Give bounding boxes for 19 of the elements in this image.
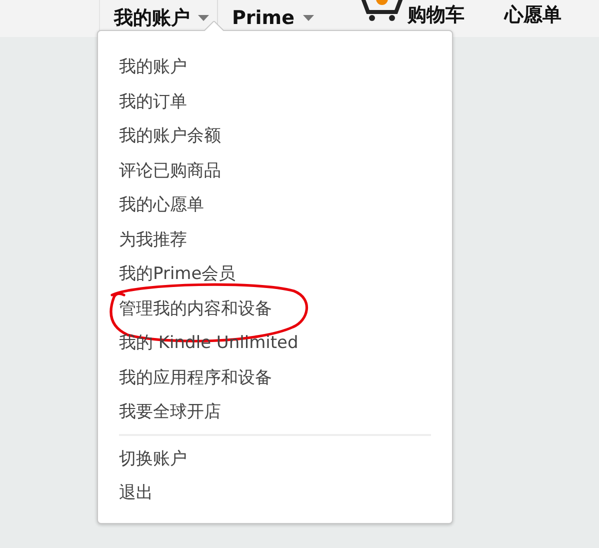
menu-item[interactable]: 管理我的内容和设备	[98, 292, 452, 326]
menu-item[interactable]: 我的心愿单	[98, 188, 452, 222]
menu-item[interactable]: 我要全球开店	[98, 395, 452, 430]
nav-dropdown[interactable]: 我的账户	[114, 3, 209, 33]
menu-item[interactable]: 我的应用程序和设备	[98, 360, 452, 395]
wishlist-link[interactable]: 心愿单	[504, 0, 562, 30]
menu-item[interactable]: 我的订单	[98, 84, 452, 119]
cart-link[interactable]: 购物车	[360, 0, 464, 30]
cart-icon	[360, 0, 404, 22]
menu-item[interactable]: 我的Prime会员	[98, 257, 452, 292]
menu-item[interactable]: 我的账户余额	[98, 119, 452, 154]
menu-item[interactable]: 退出	[98, 476, 452, 510]
menu-item[interactable]: 我的账户	[98, 50, 452, 84]
menu-item[interactable]: 为我推荐	[98, 222, 452, 257]
nav-dropdown[interactable]: Prime	[232, 3, 314, 33]
menu-item[interactable]: 评论已购商品	[98, 154, 452, 188]
caret-icon	[302, 15, 314, 21]
menu-item[interactable]: 切换账户	[98, 442, 452, 476]
caret-icon	[198, 15, 209, 21]
